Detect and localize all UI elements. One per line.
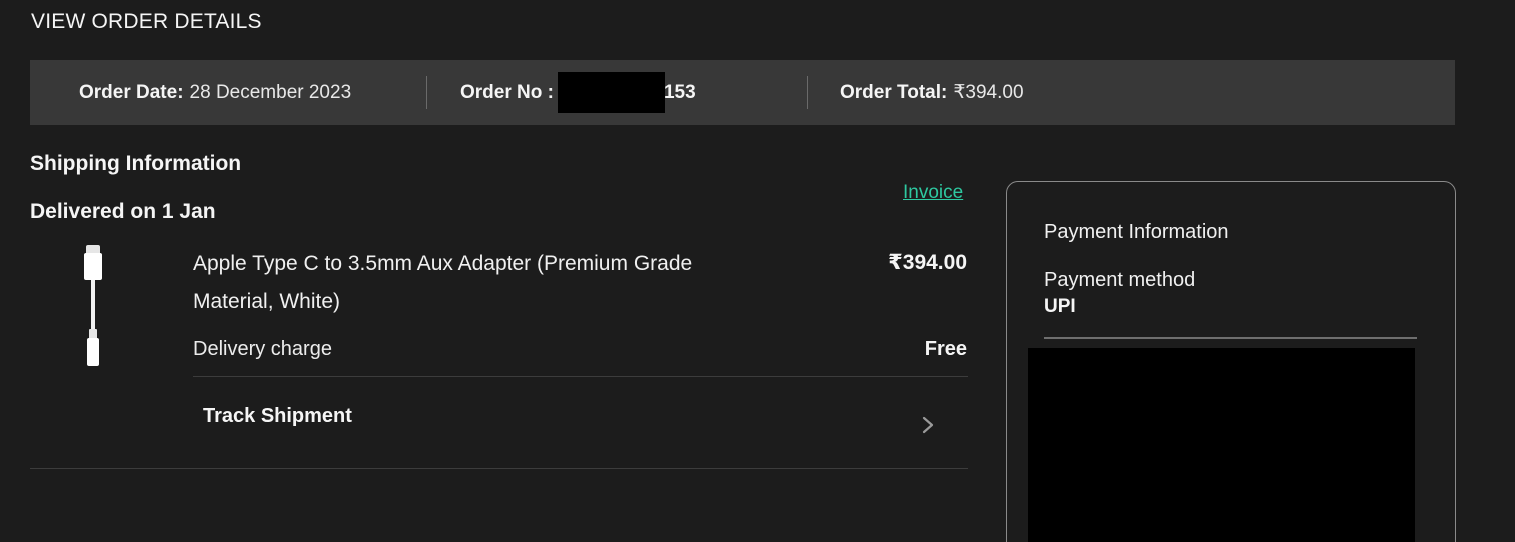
delivery-status: Delivered on 1 Jan [30,200,216,223]
product-name[interactable]: Apple Type C to 3.5mm Aux Adapter (Premi… [193,245,693,321]
delivery-charge-value: Free [924,338,967,360]
order-summary-bar: Order Date: 28 December 2023 Order No : … [30,60,1455,125]
order-total-label: Order Total: [840,81,948,103]
order-number-suffix: 153 [663,81,696,103]
shipping-section-title: Shipping Information [30,152,242,175]
usb-c-audio-adapter-image [84,245,102,366]
divider [1044,337,1417,339]
order-date-value: 28 December 2023 [189,81,352,103]
payment-method-label: Payment method [1044,269,1196,291]
track-shipment-label: Track Shipment [203,405,352,427]
divider [30,468,968,469]
order-total: Order Total: ₹394.00 [840,60,1024,125]
delivery-charge-label: Delivery charge [193,338,332,360]
invoice-link[interactable]: Invoice [903,182,963,204]
chevron-right-icon [922,416,934,434]
order-number: Order No : 153 [460,60,696,125]
order-details-page: VIEW ORDER DETAILS Order Date: 28 Decemb… [0,0,1515,542]
payment-information-card: Payment Information Payment method UPI [1006,181,1456,542]
order-date: Order Date: 28 December 2023 [79,60,351,125]
summary-divider [807,76,808,109]
product-price: ₹394.00 [888,251,967,274]
order-total-value: ₹394.00 [953,82,1024,103]
order-number-redaction [557,72,665,113]
track-shipment-button[interactable]: Track Shipment [193,377,968,467]
payment-title: Payment Information [1044,221,1229,243]
page-title: VIEW ORDER DETAILS [31,10,262,33]
order-date-label: Order Date: [79,81,184,103]
payment-details-redaction [1028,348,1415,542]
order-number-label: Order No : [460,81,554,103]
summary-divider [426,76,427,109]
payment-method-value: UPI [1044,296,1076,317]
